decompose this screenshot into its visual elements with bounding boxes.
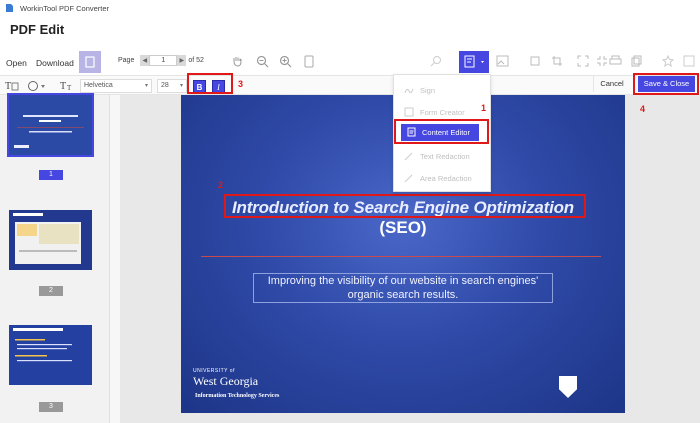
thumbnail-page-number: 3 (39, 402, 63, 412)
crest-icon (559, 376, 577, 398)
content-editor-highlight-box (394, 119, 489, 144)
text-redaction-icon (404, 151, 414, 161)
page-label: Page (118, 57, 135, 64)
page-number-input[interactable]: 1 (149, 55, 178, 66)
step-4-label: 4 (640, 104, 646, 114)
text-style-icon[interactable]: TT (60, 79, 76, 92)
thumbnail-page-2[interactable] (9, 210, 92, 270)
cancel-button[interactable]: Cancel (593, 75, 630, 92)
area-redaction-icon (404, 173, 414, 183)
step-1-label: 1 (481, 103, 487, 113)
chevron-down-icon: ▾ (179, 83, 183, 89)
page-total: of 52 (188, 57, 204, 64)
rotate-icon[interactable] (529, 55, 541, 67)
sidebar-scrollbar[interactable] (110, 95, 120, 423)
menu-item-label: Form Creator (420, 107, 465, 117)
fullscreen-icon[interactable] (577, 55, 589, 67)
font-size-value: 28 (161, 82, 169, 89)
menu-item-text-redaction: Text Redaction (394, 145, 492, 167)
collapse-icon[interactable] (596, 55, 608, 67)
title-bar: WorkinTool PDF Converter (0, 0, 700, 16)
department-label: Information Technology Services (195, 393, 280, 399)
settings-icon[interactable] (683, 55, 695, 67)
slide-divider (201, 256, 601, 257)
chevron-down-icon: ▾ (144, 83, 148, 89)
menu-item-label: Text Redaction (420, 151, 470, 161)
zoom-out-icon[interactable] (256, 55, 269, 68)
main-toolbar: Open Download Page ◀ 1 ▶ of 52 (0, 49, 700, 75)
thumbnail-page-number: 1 (39, 170, 63, 180)
title-highlight-box (224, 194, 586, 218)
menu-item-area-redaction: Area Redaction (394, 167, 492, 189)
image-icon[interactable] (496, 55, 509, 67)
open-button[interactable]: Open (6, 58, 27, 68)
menu-item-label: Sign (420, 85, 436, 95)
text-box-icon[interactable]: T (5, 79, 19, 92)
menu-item-label: Area Redaction (420, 173, 472, 183)
app-title: WorkinTool PDF Converter (20, 3, 110, 13)
hand-tool-icon[interactable] (231, 55, 243, 67)
download-button[interactable]: Download (36, 58, 74, 68)
save-highlight-box (633, 73, 699, 95)
search-icon[interactable] (430, 55, 442, 67)
app-logo-icon (4, 3, 14, 13)
edit-mode-button[interactable] (79, 51, 101, 73)
form-icon (404, 107, 414, 117)
slide-subtitle[interactable]: (SEO) (181, 218, 625, 238)
edit-menu-button[interactable] (459, 51, 489, 73)
format-highlight-box (187, 73, 233, 94)
share-icon[interactable] (630, 55, 642, 67)
thumbnail-page-3[interactable] (9, 325, 92, 385)
university-logo: UNIVERSITY of West Georgia (193, 368, 258, 389)
page-navigator: Page ◀ 1 ▶ of 52 (118, 55, 204, 66)
thumbnail-page-1[interactable] (7, 93, 94, 157)
svg-text:T: T (60, 81, 66, 92)
svg-text:T: T (5, 81, 11, 92)
crop-icon[interactable] (551, 55, 563, 67)
font-family-select[interactable]: Helvetica ▾ (80, 79, 152, 93)
university-name: West Georgia (193, 374, 259, 388)
thumbnail-page-number: 2 (39, 286, 63, 296)
font-family-value: Helvetica (84, 82, 113, 89)
sign-icon (404, 85, 414, 95)
fit-page-icon[interactable] (304, 55, 314, 68)
step-3-label: 3 (238, 79, 244, 89)
prev-page-button[interactable]: ◀ (140, 55, 150, 66)
slide-body-text[interactable]: Improving the visibility of our website … (253, 273, 553, 303)
step-2-label: 2 (218, 180, 224, 190)
font-size-select[interactable]: 28 ▾ (157, 79, 187, 93)
zoom-in-icon[interactable] (279, 55, 292, 68)
svg-text:T: T (67, 84, 72, 92)
print-icon[interactable] (609, 55, 622, 67)
next-page-button[interactable]: ▶ (177, 55, 187, 66)
shape-circle-icon[interactable] (27, 80, 47, 92)
star-icon[interactable] (662, 55, 674, 67)
page-title: PDF Edit (10, 22, 65, 37)
menu-item-sign: Sign (394, 79, 492, 101)
